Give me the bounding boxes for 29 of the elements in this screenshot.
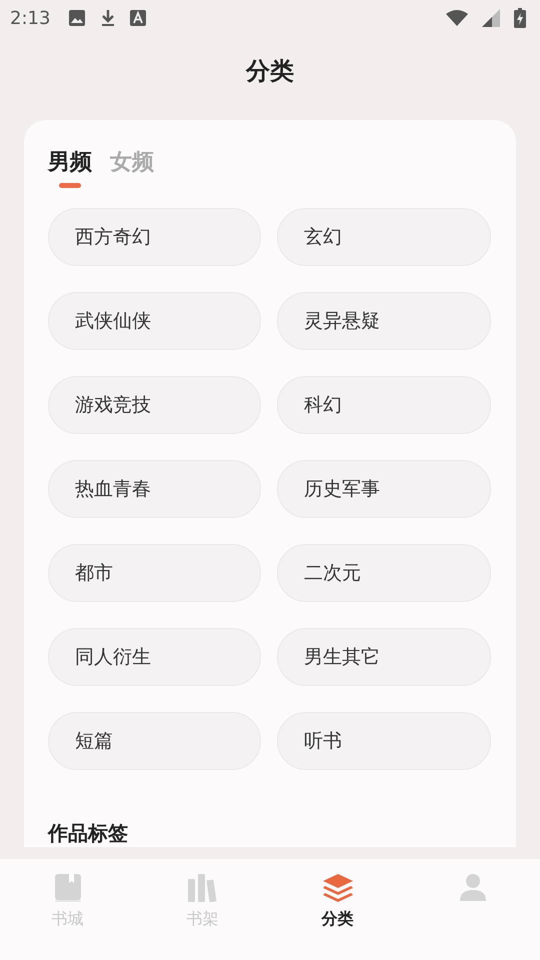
person-icon [458, 873, 488, 903]
category-chip[interactable]: 灵异悬疑 [277, 292, 491, 350]
category-chip[interactable]: 都市 [48, 544, 261, 602]
status-time: 2:13 [10, 8, 50, 28]
category-chip[interactable]: 同人衍生 [48, 628, 261, 686]
category-chip[interactable]: 听书 [277, 712, 491, 770]
book-icon [54, 873, 82, 903]
download-icon [100, 9, 116, 27]
nav-item[interactable]: 分类 [270, 873, 405, 930]
wifi-icon [446, 9, 468, 27]
books-icon [186, 873, 218, 903]
category-tab[interactable]: 男频 [48, 144, 92, 188]
category-chip[interactable]: 武侠仙侠 [48, 292, 261, 350]
category-chip[interactable]: 二次元 [277, 544, 491, 602]
category-chip[interactable]: 游戏竞技 [48, 376, 261, 434]
layers-icon [322, 873, 354, 903]
battery-icon [514, 8, 526, 28]
category-chip[interactable]: 短篇 [48, 712, 261, 770]
image-icon [68, 9, 86, 27]
category-chip[interactable]: 热血青春 [48, 460, 261, 518]
category-chip[interactable]: 玄幻 [277, 208, 491, 266]
section-title: 作品标签 [48, 820, 129, 847]
category-chip[interactable]: 科幻 [277, 376, 491, 434]
signal-icon [482, 9, 500, 27]
category-chip[interactable]: 男生其它 [277, 628, 491, 686]
category-chip[interactable]: 历史军事 [277, 460, 491, 518]
page-title: 分类 [244, 56, 295, 87]
font-icon [130, 10, 146, 26]
category-chip[interactable]: 西方奇幻 [48, 208, 261, 266]
